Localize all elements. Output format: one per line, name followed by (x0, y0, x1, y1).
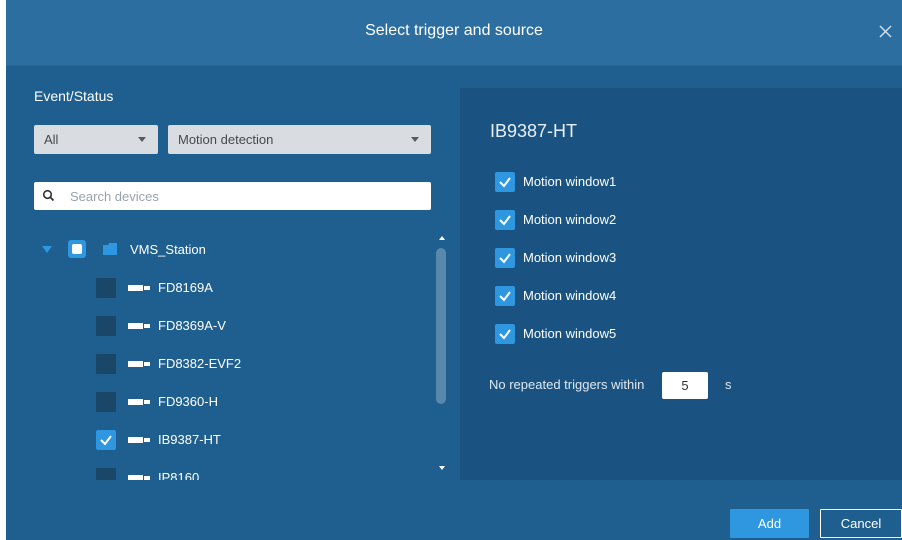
filter-event-value: Motion detection (178, 132, 274, 147)
search-input[interactable] (70, 186, 420, 206)
checkmark-icon (499, 177, 511, 188)
device-label: IP8160 (158, 470, 200, 480)
tree-scrollbar-thumb[interactable] (436, 248, 446, 404)
device-checkbox[interactable] (96, 468, 116, 480)
motion-settings-panel: IB9387-HT Motion window1 Motion window2 … (460, 88, 902, 480)
repeat-seconds-input[interactable]: 5 (662, 372, 708, 399)
motion-window-option[interactable]: Motion window5 (495, 324, 795, 344)
select-trigger-dialog: Select trigger and source Event/Status A… (6, 0, 902, 540)
device-search (34, 182, 431, 210)
repeat-trigger-label: No repeated triggers within (489, 377, 645, 392)
tree-root-label: VMS_Station (130, 242, 206, 257)
device-label: FD8169A (158, 280, 213, 295)
motion-window-checkbox[interactable] (495, 210, 515, 230)
motion-window-option[interactable]: Motion window2 (495, 210, 795, 230)
motion-window-label: Motion window2 (523, 212, 617, 227)
motion-window-checkbox[interactable] (495, 248, 515, 268)
tree-root-checkbox[interactable] (68, 240, 86, 258)
motion-window-option[interactable]: Motion window4 (495, 286, 795, 306)
motion-window-label: Motion window5 (523, 326, 617, 341)
dialog-title: Select trigger and source (365, 22, 543, 39)
tree-root-row[interactable]: VMS_Station (34, 236, 424, 264)
cancel-button[interactable]: Cancel (820, 509, 902, 538)
dialog-titlebar: Select trigger and source (6, 0, 902, 66)
motion-window-label: Motion window3 (523, 250, 617, 265)
motion-window-checkbox[interactable] (495, 286, 515, 306)
device-label: IB9387-HT (158, 432, 221, 447)
tree-device-row[interactable]: FD8382-EVF2 (34, 350, 424, 378)
filter-event-select[interactable]: Motion detection (168, 125, 431, 154)
repeat-seconds-unit: s (725, 377, 732, 392)
checkmark-icon (499, 291, 511, 302)
checkmark-icon (499, 215, 511, 226)
device-label: FD8369A-V (158, 318, 226, 333)
event-status-label: Event/Status (34, 88, 114, 104)
device-label: FD9360-H (158, 394, 218, 409)
device-checkbox[interactable] (96, 316, 116, 336)
checkmark-icon (499, 329, 511, 340)
add-button[interactable]: Add (730, 509, 809, 538)
motion-window-label: Motion window4 (523, 288, 617, 303)
chevron-down-icon (411, 137, 419, 142)
close-icon[interactable] (874, 18, 898, 46)
device-tree: VMS_Station FD8169A FD8369A-V FD8382-EVF… (34, 228, 434, 480)
motion-window-checkbox[interactable] (495, 324, 515, 344)
device-label: FD8382-EVF2 (158, 356, 242, 371)
filter-type-select[interactable]: All (34, 125, 158, 154)
camera-icon (128, 285, 150, 291)
motion-window-label: Motion window1 (523, 174, 617, 189)
device-checkbox[interactable] (96, 392, 116, 412)
camera-icon (128, 399, 150, 405)
device-checkbox-checked[interactable] (96, 430, 116, 450)
expand-arrow-icon[interactable] (42, 246, 52, 254)
checkmark-icon (499, 253, 511, 264)
device-checkbox[interactable] (96, 354, 116, 374)
camera-icon (128, 323, 150, 329)
camera-icon (128, 437, 150, 443)
tree-device-row[interactable]: IB9387-HT (34, 426, 424, 454)
filter-type-value: All (44, 132, 59, 147)
scroll-up-arrow-icon[interactable] (439, 236, 445, 240)
tree-device-row[interactable]: FD8169A (34, 274, 424, 302)
selected-device-title: IB9387-HT (490, 121, 578, 141)
folder-icon (103, 243, 117, 255)
chevron-down-icon (138, 137, 146, 142)
scroll-down-arrow-icon[interactable] (439, 466, 445, 470)
tree-device-row[interactable]: IP8160 (34, 464, 424, 480)
tree-device-row[interactable]: FD9360-H (34, 388, 424, 416)
motion-window-option[interactable]: Motion window3 (495, 248, 795, 268)
checkmark-icon (100, 435, 112, 446)
motion-window-checkbox[interactable] (495, 172, 515, 192)
tree-device-row[interactable]: FD8369A-V (34, 312, 424, 340)
camera-icon (128, 361, 150, 367)
search-icon (42, 189, 55, 202)
motion-window-option[interactable]: Motion window1 (495, 172, 795, 192)
device-checkbox[interactable] (96, 278, 116, 298)
camera-icon (128, 475, 150, 480)
